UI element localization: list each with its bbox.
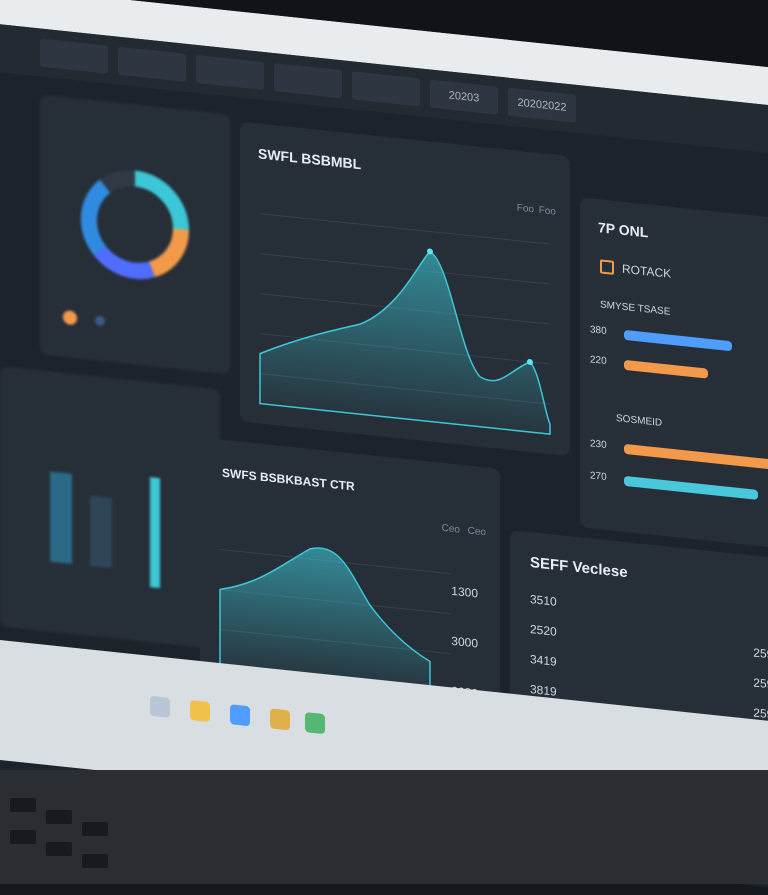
bar bbox=[150, 477, 160, 589]
key[interactable] bbox=[10, 798, 36, 812]
nav-tab[interactable] bbox=[40, 38, 108, 74]
nav-tab[interactable] bbox=[352, 71, 420, 107]
bar-fill bbox=[624, 359, 708, 379]
taskbar-icon[interactable] bbox=[230, 704, 250, 727]
key[interactable] bbox=[82, 822, 108, 836]
nav-tab[interactable] bbox=[196, 54, 264, 91]
bars-chart bbox=[50, 471, 160, 589]
legend-swatch bbox=[600, 259, 614, 275]
bar-row: 270 bbox=[590, 470, 768, 507]
bar-fill bbox=[624, 475, 758, 500]
legend-dot bbox=[63, 310, 77, 325]
list-left: 2520 bbox=[530, 622, 557, 639]
list-left: 3510 bbox=[530, 592, 557, 609]
bar-row: 230 bbox=[590, 438, 768, 475]
donut-slice-blue bbox=[93, 245, 155, 279]
small-area-value: 1300 bbox=[451, 583, 478, 601]
bar-label: 220 bbox=[590, 354, 607, 368]
bar-fill bbox=[624, 443, 768, 471]
main-area-chart bbox=[259, 213, 551, 435]
bar-label: 380 bbox=[590, 324, 607, 338]
list-left: 3419 bbox=[530, 652, 557, 669]
donut-panel bbox=[40, 94, 230, 375]
bar bbox=[50, 471, 72, 564]
area-series bbox=[259, 250, 551, 435]
taskbar-icon[interactable] bbox=[270, 708, 290, 731]
bar-label: 270 bbox=[590, 470, 607, 484]
legend-item: ROTACK bbox=[600, 259, 672, 281]
bar-label: 230 bbox=[590, 438, 607, 452]
nav-tab[interactable]: 20202022 bbox=[508, 87, 576, 123]
taskbar-icon[interactable] bbox=[190, 699, 210, 723]
key[interactable] bbox=[10, 830, 36, 844]
key[interactable] bbox=[82, 854, 108, 868]
section-label: SMYSE TSASE bbox=[600, 299, 671, 318]
bars-panel bbox=[0, 366, 220, 650]
bar-fill bbox=[624, 329, 732, 352]
donut-slice-lightblue bbox=[80, 179, 111, 256]
nav-tab[interactable]: 20203 bbox=[430, 79, 498, 115]
nav-tab[interactable] bbox=[274, 63, 342, 99]
bar bbox=[90, 495, 112, 569]
laptop: 20203 20202022 SWFL BSBMBL Foo Foo SWFS … bbox=[0, 0, 768, 895]
donut-slice-teal bbox=[134, 170, 189, 231]
nav-tab[interactable] bbox=[118, 46, 186, 82]
main-area-panel: SWFL BSBMBL Foo Foo bbox=[240, 121, 570, 457]
donut-chart bbox=[63, 170, 190, 326]
taskbar-icon[interactable] bbox=[305, 712, 325, 735]
legend-label: ROTACK bbox=[622, 261, 672, 281]
list-right: 2590 bbox=[753, 645, 768, 663]
list-right: 2598 bbox=[753, 675, 768, 693]
bar-row: 380 bbox=[590, 324, 768, 361]
small-area-value: 3000 bbox=[451, 633, 478, 651]
taskbar-icon[interactable] bbox=[150, 695, 170, 718]
keyboard bbox=[0, 770, 768, 884]
section-label: SOSMEID bbox=[616, 413, 663, 429]
right-bars-title: 7P ONL bbox=[598, 219, 649, 241]
legend-dot bbox=[95, 315, 105, 326]
right-bars-panel: 7P ONL ROTACK SMYSE TSASE SOSMEID 380 22… bbox=[580, 197, 768, 551]
right-list-title: SEFF Veclese bbox=[530, 554, 628, 582]
key[interactable] bbox=[46, 810, 72, 824]
bar-row: 220 bbox=[590, 354, 768, 391]
key[interactable] bbox=[46, 842, 72, 856]
